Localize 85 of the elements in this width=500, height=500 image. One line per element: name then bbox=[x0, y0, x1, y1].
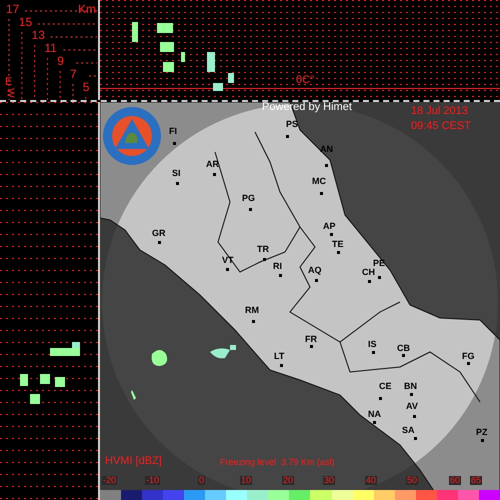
city-marker-icon bbox=[413, 415, 416, 418]
city-label: SI bbox=[172, 169, 181, 178]
city-marker-icon bbox=[414, 437, 417, 440]
height-label: 17 bbox=[6, 3, 20, 15]
radar-echo bbox=[207, 52, 215, 72]
city-marker-icon bbox=[410, 393, 413, 396]
city-label: AP bbox=[323, 222, 336, 231]
city-marker-icon bbox=[320, 192, 323, 195]
scale-tick-label: -20 bbox=[102, 476, 118, 485]
city-label: RM bbox=[245, 306, 259, 315]
radar-echo bbox=[157, 23, 173, 33]
city-marker-icon bbox=[279, 274, 282, 277]
city-label: FG bbox=[462, 352, 474, 361]
city-label: PZ bbox=[476, 428, 488, 437]
radar-echo bbox=[163, 62, 174, 72]
scale-tick-label: 20 bbox=[282, 476, 294, 485]
city-label: AR bbox=[206, 160, 219, 169]
city-label: FR bbox=[305, 335, 317, 344]
height-label: 9 bbox=[57, 55, 64, 67]
height-label: 5 bbox=[82, 81, 90, 93]
city-marker-icon bbox=[379, 397, 382, 400]
city-label: CB bbox=[397, 344, 410, 353]
radar-echo bbox=[181, 52, 185, 62]
city-marker-icon bbox=[373, 421, 376, 424]
city-label: CE bbox=[379, 382, 392, 391]
city-label: IS bbox=[368, 340, 377, 349]
city-marker-icon bbox=[173, 142, 176, 145]
city-label: BN bbox=[404, 382, 417, 391]
city-marker-icon bbox=[337, 251, 340, 254]
date-text: 18 Jul 2013 bbox=[411, 106, 468, 117]
scale-tick-label: 40 bbox=[365, 476, 378, 485]
city-label: CH bbox=[362, 268, 375, 277]
city-label: AV bbox=[406, 402, 418, 411]
city-marker-icon bbox=[315, 279, 318, 282]
city-marker-icon bbox=[280, 364, 283, 367]
city-marker-icon bbox=[372, 351, 375, 354]
freezing-label: 0C° bbox=[296, 75, 314, 86]
scale-tick-label: 65 bbox=[470, 476, 482, 485]
city-marker-icon bbox=[467, 362, 470, 365]
scale-tick-label: 10 bbox=[240, 476, 252, 485]
city-label: MC bbox=[312, 177, 326, 186]
city-marker-icon bbox=[263, 258, 266, 261]
city-marker-icon bbox=[378, 276, 381, 279]
city-marker-icon bbox=[402, 354, 405, 357]
city-label: NA bbox=[368, 410, 381, 419]
city-label: PE bbox=[373, 259, 386, 268]
radar-echo bbox=[20, 374, 28, 386]
city-marker-icon bbox=[325, 164, 328, 167]
scale-tick-label: 30 bbox=[323, 476, 336, 485]
city-marker-icon bbox=[249, 208, 252, 211]
unit-label: Km bbox=[78, 3, 96, 15]
city-marker-icon bbox=[252, 320, 255, 323]
city-marker-icon bbox=[330, 233, 333, 236]
city-label: AQ bbox=[308, 266, 322, 275]
freezing-level-text: Freezing level 3.79 Km (asl) bbox=[220, 458, 335, 467]
city-marker-icon bbox=[481, 439, 484, 442]
scale-tick-label: 50 bbox=[406, 476, 418, 485]
city-label: PS bbox=[286, 120, 298, 129]
height-label: 15 bbox=[18, 16, 32, 28]
city-label: LT bbox=[274, 352, 284, 361]
city-marker-icon bbox=[310, 345, 313, 348]
city-label: GR bbox=[152, 229, 166, 238]
city-label: SA bbox=[402, 426, 415, 435]
city-marker-icon bbox=[158, 241, 161, 244]
city-marker-icon bbox=[213, 173, 216, 176]
scale-tick-label: -10 bbox=[145, 476, 160, 485]
radar-echo bbox=[160, 42, 174, 52]
scale-tick-label: 0 bbox=[198, 476, 206, 485]
city-marker-icon bbox=[368, 280, 371, 283]
height-label: 13 bbox=[32, 29, 45, 41]
scale-tick-label: 60 bbox=[449, 476, 462, 485]
city-label: TE bbox=[332, 240, 344, 249]
city-label: TR bbox=[257, 245, 269, 254]
city-label: RI bbox=[273, 262, 282, 271]
time-text: 09:45 CEST bbox=[411, 121, 471, 132]
legend-title: HVMI [dBZ] bbox=[105, 456, 162, 467]
city-marker-icon bbox=[286, 135, 289, 138]
city-marker-icon bbox=[176, 182, 179, 185]
city-label: AN bbox=[320, 145, 333, 154]
radar-echo bbox=[132, 22, 138, 42]
city-label: FI bbox=[169, 127, 177, 136]
height-label: 11 bbox=[44, 42, 57, 54]
city-label: PG bbox=[242, 194, 256, 203]
height-label: 7 bbox=[70, 68, 77, 80]
city-marker-icon bbox=[226, 268, 229, 271]
